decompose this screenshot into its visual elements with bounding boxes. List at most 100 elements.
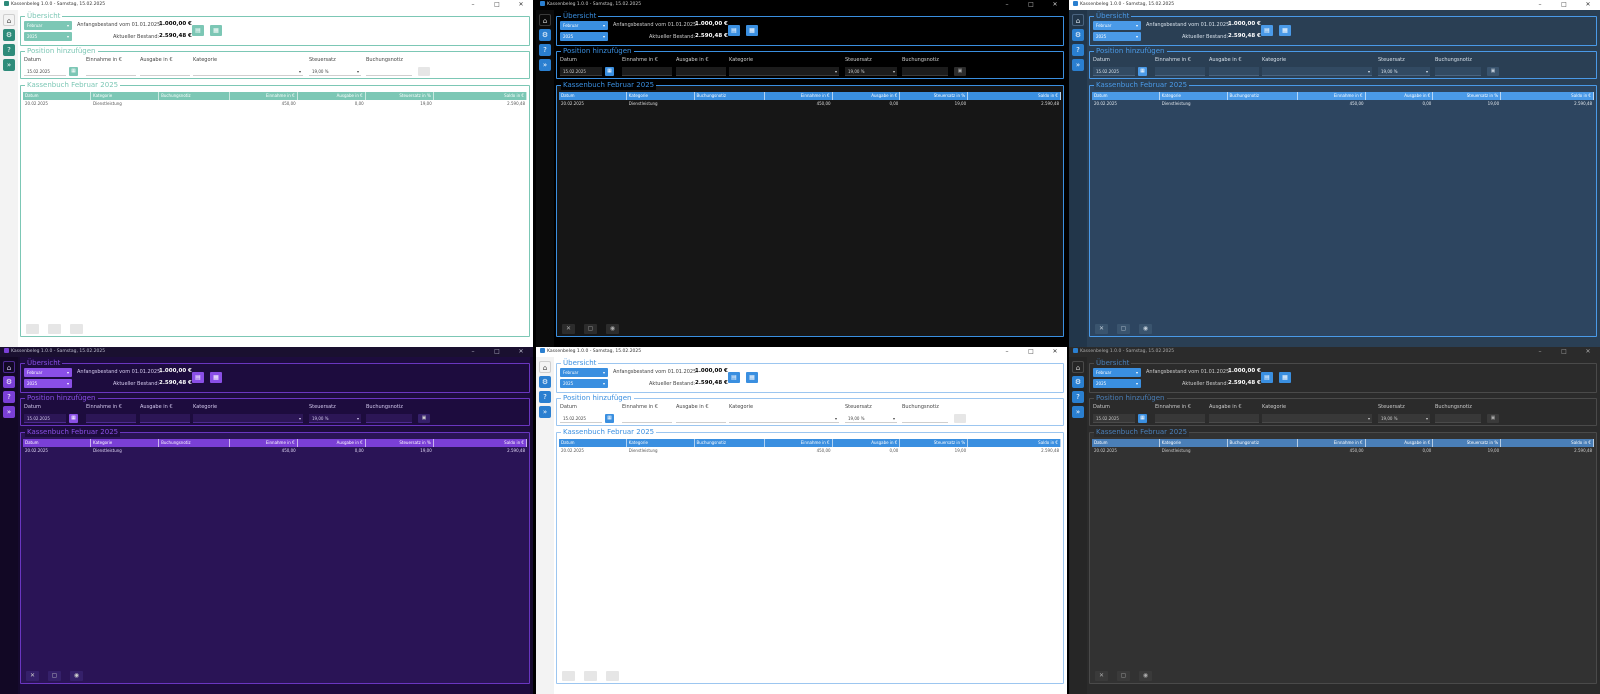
column-header[interactable]: Ausgabe in € xyxy=(1366,439,1434,447)
column-header[interactable]: Steuersatz in % xyxy=(900,439,969,447)
view-button[interactable]: ◉ xyxy=(1139,671,1152,681)
close-icon[interactable]: ✕ xyxy=(1043,347,1067,357)
save-button[interactable]: ▣ xyxy=(1487,67,1499,76)
column-header[interactable]: Einnahme in € xyxy=(230,92,298,100)
date-input[interactable]: 15.02.2025 xyxy=(560,67,602,76)
column-header[interactable]: Buchungsnotiz xyxy=(695,92,765,100)
expense-input[interactable] xyxy=(140,67,190,76)
help-button[interactable]: ? xyxy=(3,44,15,56)
expense-input[interactable] xyxy=(140,414,190,423)
save-button[interactable]: ▣ xyxy=(418,67,430,76)
column-header[interactable]: Steuersatz in % xyxy=(900,92,969,100)
expand-button[interactable]: » xyxy=(539,59,551,71)
close-icon[interactable]: ✕ xyxy=(509,347,533,357)
table-row[interactable]: 20.02.2025 Dienstleistung 450,00 0,00 19,00 2… xyxy=(1092,448,1594,454)
file-button[interactable]: ▢ xyxy=(584,671,597,681)
expand-button[interactable]: » xyxy=(3,406,15,418)
minimize-icon[interactable]: – xyxy=(1528,347,1552,357)
view-button[interactable]: ◉ xyxy=(606,324,619,334)
table-row[interactable]: 20.02.2025 Dienstleistung 450,00 0,00 19,00 2… xyxy=(559,448,1061,454)
view-button[interactable]: ◉ xyxy=(1139,324,1152,334)
note-input[interactable] xyxy=(902,67,948,76)
month-select[interactable]: Februar ▾ xyxy=(24,21,72,30)
column-header[interactable]: Einnahme in € xyxy=(765,439,833,447)
tax-select[interactable]: 19,00 % ▾ xyxy=(845,414,897,423)
expand-button[interactable]: » xyxy=(1072,406,1084,418)
year-select[interactable]: 2025 ▾ xyxy=(560,379,608,388)
expense-input[interactable] xyxy=(676,414,726,423)
home-button[interactable]: ⌂ xyxy=(539,14,551,26)
calendar-button[interactable]: ▦ xyxy=(1279,372,1291,383)
expense-input[interactable] xyxy=(676,67,726,76)
column-header[interactable]: Datum xyxy=(1092,439,1160,447)
document-button[interactable]: ▤ xyxy=(192,25,204,36)
expense-input[interactable] xyxy=(1209,67,1259,76)
year-select[interactable]: 2025 ▾ xyxy=(24,379,72,388)
help-button[interactable]: ? xyxy=(3,391,15,403)
month-select[interactable]: Februar ▾ xyxy=(560,368,608,377)
column-header[interactable]: Einnahme in € xyxy=(765,92,833,100)
delete-button[interactable]: ✕ xyxy=(26,671,39,681)
month-select[interactable]: Februar ▾ xyxy=(1093,21,1141,30)
year-select[interactable]: 2025 ▾ xyxy=(560,32,608,41)
date-input[interactable]: 15.02.2025 xyxy=(24,414,66,423)
column-header[interactable]: Ausgabe in € xyxy=(1366,92,1434,100)
view-button[interactable]: ◉ xyxy=(70,671,83,681)
year-select[interactable]: 2025 ▾ xyxy=(1093,379,1141,388)
column-header[interactable]: Ausgabe in € xyxy=(298,439,366,447)
income-input[interactable] xyxy=(622,67,672,76)
save-button[interactable]: ▣ xyxy=(954,414,966,423)
close-icon[interactable]: ✕ xyxy=(1043,0,1067,10)
category-select[interactable]: ▾ xyxy=(729,67,839,76)
view-button[interactable]: ◉ xyxy=(70,324,83,334)
save-button[interactable]: ▣ xyxy=(954,67,966,76)
column-header[interactable]: Ausgabe in € xyxy=(298,92,366,100)
minimize-icon[interactable]: – xyxy=(995,347,1019,357)
category-select[interactable]: ▾ xyxy=(729,414,839,423)
maximize-icon[interactable]: □ xyxy=(485,0,509,10)
home-button[interactable]: ⌂ xyxy=(1072,14,1084,26)
document-button[interactable]: ▤ xyxy=(1261,372,1273,383)
help-button[interactable]: ? xyxy=(539,391,551,403)
note-input[interactable] xyxy=(902,414,948,423)
maximize-icon[interactable]: □ xyxy=(1019,0,1043,10)
note-input[interactable] xyxy=(1435,414,1481,423)
column-header[interactable]: Buchungsnotiz xyxy=(1228,92,1298,100)
home-button[interactable]: ⌂ xyxy=(3,361,15,373)
column-header[interactable]: Buchungsnotiz xyxy=(159,439,230,447)
table-row[interactable]: 20.02.2025 Dienstleistung 450,00 0,00 19,00 2… xyxy=(23,101,527,107)
settings-button[interactable]: ⚙ xyxy=(539,376,551,388)
calendar-button[interactable]: ▦ xyxy=(210,372,222,383)
column-header[interactable]: Steuersatz in % xyxy=(366,439,434,447)
income-input[interactable] xyxy=(86,67,136,76)
document-button[interactable]: ▤ xyxy=(728,25,740,36)
column-header[interactable]: Kategorie xyxy=(91,439,160,447)
column-header[interactable]: Saldo in € xyxy=(434,92,527,100)
column-header[interactable]: Saldo in € xyxy=(1501,439,1594,447)
settings-button[interactable]: ⚙ xyxy=(3,376,15,388)
column-header[interactable]: Datum xyxy=(559,439,627,447)
column-header[interactable]: Buchungsnotiz xyxy=(159,92,230,100)
close-icon[interactable]: ✕ xyxy=(1576,347,1600,357)
calendar-button[interactable]: ▦ xyxy=(1279,25,1291,36)
delete-button[interactable]: ✕ xyxy=(26,324,39,334)
column-header[interactable]: Buchungsnotiz xyxy=(695,439,765,447)
close-icon[interactable]: ✕ xyxy=(509,0,533,10)
column-header[interactable]: Saldo in € xyxy=(1501,92,1594,100)
date-picker-button[interactable]: ▦ xyxy=(1138,414,1147,423)
year-select[interactable]: 2025 ▾ xyxy=(1093,32,1141,41)
year-select[interactable]: 2025 ▾ xyxy=(24,32,72,41)
file-button[interactable]: ▢ xyxy=(1117,324,1130,334)
column-header[interactable]: Ausgabe in € xyxy=(833,92,901,100)
date-picker-button[interactable]: ▦ xyxy=(69,67,78,76)
delete-button[interactable]: ✕ xyxy=(1095,671,1108,681)
minimize-icon[interactable]: – xyxy=(461,347,485,357)
calendar-button[interactable]: ▦ xyxy=(746,372,758,383)
document-button[interactable]: ▤ xyxy=(1261,25,1273,36)
expand-button[interactable]: » xyxy=(1072,59,1084,71)
tax-select[interactable]: 19,00 % ▾ xyxy=(1378,67,1430,76)
table-row[interactable]: 20.02.2025 Dienstleistung 450,00 0,00 19,00 2… xyxy=(559,101,1061,107)
column-header[interactable]: Datum xyxy=(1092,92,1160,100)
income-input[interactable] xyxy=(622,414,672,423)
column-header[interactable]: Saldo in € xyxy=(434,439,527,447)
